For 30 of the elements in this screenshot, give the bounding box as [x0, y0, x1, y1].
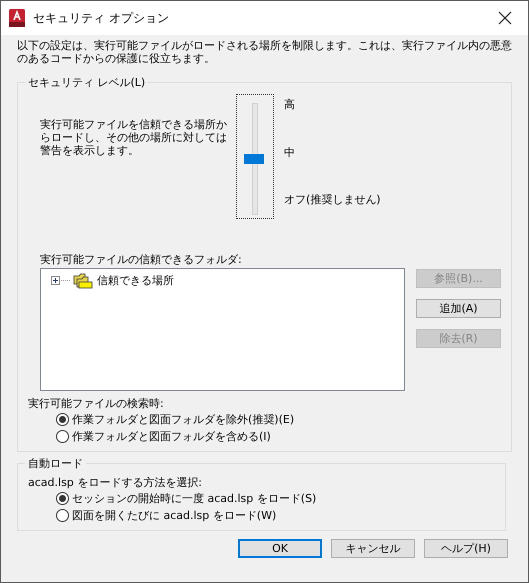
group-title: セキュリティ レベル(L) — [27, 75, 146, 90]
level-label: 高 — [284, 97, 296, 112]
radio-button[interactable] — [56, 492, 69, 505]
dialog-button[interactable]: ヘルプ(H) — [424, 539, 508, 558]
field-label: acad.lsp をロードする方法を選択: — [28, 475, 203, 490]
folder-button[interactable]: 追加(A) — [416, 299, 501, 318]
level-label: 中 — [284, 144, 296, 160]
close-icon — [498, 11, 512, 25]
app-logo-icon — [9, 9, 25, 27]
folder-tree[interactable]: 信頼できる場所 — [40, 268, 405, 391]
level-slider[interactable] — [236, 94, 274, 219]
radio-label[interactable]: 作業フォルダと図面フォルダを除外(推奨)(E) — [72, 412, 294, 427]
level-description: 実行可能ファイルを信頼できる場所からロードし、その他の場所に対しては警告を表示します。 — [40, 118, 228, 159]
radio-label[interactable]: セッションの開始時に一度 acad.lsp をロード(S) — [72, 491, 316, 506]
radio-button[interactable] — [56, 430, 69, 443]
tree-item[interactable]: 信頼できる場所 — [97, 273, 174, 288]
dialog-button[interactable]: キャンセル — [331, 539, 415, 558]
radio-label[interactable]: 作業フォルダと図面フォルダを含める(I) — [72, 429, 271, 444]
level-label: オフ(推奨しません) — [284, 192, 381, 207]
dialog-button[interactable]: OK — [238, 539, 322, 558]
radio-button[interactable] — [56, 509, 69, 522]
field-label: 実行可能ファイルの信頼できるフォルダ: — [40, 252, 243, 267]
description-text: 以下の設定は、実行可能ファイルがロードされる場所を制限します。これは、実行ファイル内の悪意のあるコードからの保護に役立ちます。 — [17, 39, 513, 65]
window-title: セキュリティ オプション — [33, 10, 169, 26]
radio-label[interactable]: 図面を開くたびに acad.lsp をロード(W) — [72, 508, 276, 523]
group-title: 自動ロード — [27, 456, 84, 471]
radio-button[interactable] — [56, 413, 69, 426]
field-label: 実行可能ファイルの検索時: — [28, 396, 165, 411]
folders-icon — [73, 272, 93, 289]
slider-thumb[interactable] — [244, 154, 264, 164]
